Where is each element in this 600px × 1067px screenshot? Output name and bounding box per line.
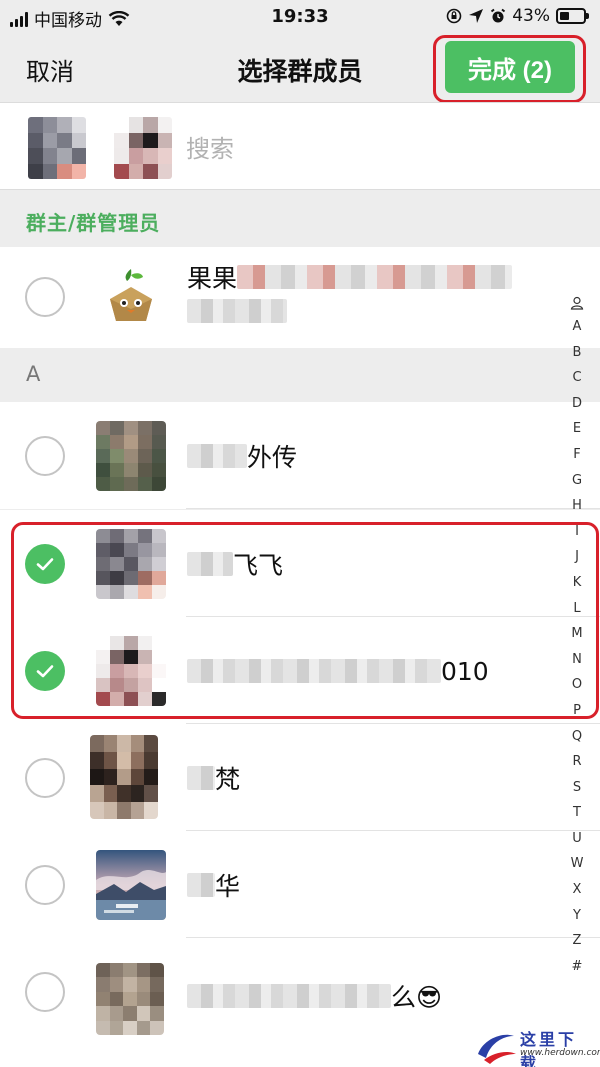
member-row[interactable]: 飞飞 xyxy=(0,510,600,617)
redacted-text xyxy=(187,766,215,790)
member-row[interactable]: 梵 xyxy=(0,724,600,831)
member-name: 华 xyxy=(187,869,240,901)
index-letter[interactable]: J xyxy=(575,544,579,570)
index-letter[interactable]: M xyxy=(571,621,582,647)
member-row[interactable]: 果果 xyxy=(0,247,600,348)
watermark-logo: 这里下载 www.herdown.com xyxy=(474,1024,600,1067)
alarm-icon xyxy=(491,8,506,23)
index-letter[interactable]: E xyxy=(573,416,581,442)
index-letter[interactable]: I xyxy=(575,519,579,545)
battery-percent: 43% xyxy=(512,6,550,26)
index-letter[interactable]: W xyxy=(571,851,584,877)
avatar xyxy=(90,735,158,819)
member-name-text: 华 xyxy=(215,872,241,901)
alphabet-index[interactable]: A B C D E F G H I J K L M N O P Q R S T U W X Y Z # xyxy=(564,290,590,979)
search-row xyxy=(0,102,600,190)
redacted-text xyxy=(187,444,247,468)
redacted-text xyxy=(187,984,391,1008)
member-name-text: 果果 xyxy=(187,264,238,293)
member-name-text: 010 xyxy=(441,656,489,686)
search-input[interactable] xyxy=(186,129,546,169)
avatar-landscape-photo xyxy=(96,850,166,920)
index-letter[interactable]: N xyxy=(572,647,582,673)
done-button[interactable]: 完成 (2) xyxy=(445,41,575,93)
index-letter[interactable]: O xyxy=(572,672,582,698)
select-circle-checked[interactable] xyxy=(25,651,65,691)
member-name: 飞飞 xyxy=(187,548,283,580)
avatar-mascot xyxy=(96,263,166,333)
rotation-lock-icon xyxy=(446,8,462,24)
index-letter[interactable]: X xyxy=(573,877,582,903)
section-label: A xyxy=(26,362,41,386)
index-letter[interactable]: # xyxy=(572,954,583,980)
member-row[interactable]: 外传 xyxy=(0,402,600,509)
member-name-text: 飞飞 xyxy=(233,551,284,580)
checkmark-icon xyxy=(36,558,54,571)
select-circle[interactable] xyxy=(25,758,65,798)
section-header-a: A xyxy=(0,348,600,402)
member-name: 果果 xyxy=(187,261,513,293)
avatar xyxy=(96,636,166,706)
watermark-swoosh-icon xyxy=(478,1034,516,1064)
avatar xyxy=(96,421,166,491)
checkmark-icon xyxy=(36,665,54,678)
redacted-text xyxy=(187,552,233,576)
redacted-text xyxy=(187,299,287,323)
index-letter[interactable]: C xyxy=(572,365,581,391)
avatar xyxy=(96,963,164,1035)
index-letter[interactable]: A xyxy=(573,314,582,340)
select-circle[interactable] xyxy=(25,436,65,476)
section-header-admins: 群主/群管理员 xyxy=(0,191,600,247)
avatar xyxy=(96,529,166,599)
member-name-text: 外传 xyxy=(247,443,298,472)
redacted-text xyxy=(237,265,513,289)
index-letter[interactable]: U xyxy=(572,826,582,852)
index-letter[interactable]: T xyxy=(573,800,581,826)
index-letter[interactable]: R xyxy=(572,749,581,775)
redacted-text xyxy=(187,659,441,683)
member-name: 010 xyxy=(187,655,489,687)
index-letter[interactable]: Q xyxy=(572,724,582,750)
member-row[interactable]: 010 xyxy=(0,617,600,724)
row-divider xyxy=(186,508,600,509)
index-letter[interactable]: Y xyxy=(573,903,581,929)
index-letter[interactable]: P xyxy=(573,698,581,724)
member-name: 么😎 xyxy=(187,980,442,1012)
section-label: 群主/群管理员 xyxy=(26,211,161,235)
index-letter[interactable]: S xyxy=(573,775,581,801)
select-circle[interactable] xyxy=(25,865,65,905)
status-bar: 中国移动 19:33 43% xyxy=(0,0,600,34)
select-circle[interactable] xyxy=(25,277,65,317)
index-letter[interactable]: D xyxy=(572,391,582,417)
selected-avatar[interactable] xyxy=(114,117,172,179)
redacted-text xyxy=(187,873,215,897)
member-row[interactable]: 华 xyxy=(0,831,600,938)
select-circle-checked[interactable] xyxy=(25,544,65,584)
battery-icon xyxy=(556,8,589,24)
index-letter[interactable]: F xyxy=(573,442,580,468)
cancel-button[interactable]: 取消 xyxy=(26,52,74,87)
member-name: 梵 xyxy=(187,762,240,794)
member-name-text: 梵 xyxy=(215,765,241,794)
index-letter[interactable]: K xyxy=(573,570,582,596)
index-letter[interactable]: H xyxy=(572,493,582,519)
location-icon xyxy=(469,9,484,23)
index-letter[interactable]: G xyxy=(572,468,582,494)
watermark-title: 这里下载 xyxy=(520,1030,578,1067)
status-right: 43% xyxy=(446,6,589,26)
member-name: 外传 xyxy=(187,440,297,472)
index-letter[interactable]: Z xyxy=(573,928,582,954)
member-name-text: 么😎 xyxy=(391,983,443,1012)
user-icon[interactable] xyxy=(570,296,584,310)
select-circle[interactable] xyxy=(25,972,65,1012)
index-letter[interactable]: L xyxy=(573,596,580,622)
watermark-url: www.herdown.com xyxy=(520,1048,600,1058)
selected-avatar[interactable] xyxy=(28,117,86,179)
nav-bar: 取消 选择群成员 完成 (2) xyxy=(0,34,600,102)
index-letter[interactable]: B xyxy=(573,340,582,366)
